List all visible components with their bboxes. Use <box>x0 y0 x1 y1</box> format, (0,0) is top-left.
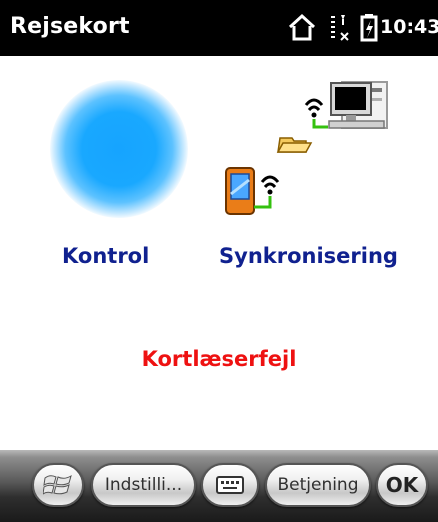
status-indicator-dot <box>50 80 188 218</box>
settings-button[interactable]: Indstilli... <box>91 463 196 507</box>
sync-label[interactable]: Synkronisering <box>219 242 431 270</box>
app-title[interactable]: Rejsekort <box>10 13 130 41</box>
operation-button[interactable]: Betjening <box>265 463 371 507</box>
status-bar: Rejsekort 10:43 <box>0 0 438 56</box>
windows-start-icon <box>43 474 72 495</box>
control-label[interactable]: Kontrol <box>62 242 182 270</box>
card-reader-error-text: Kortlæserfejl <box>141 347 297 371</box>
keyboard-button[interactable] <box>201 463 259 507</box>
home-icon[interactable] <box>287 12 317 42</box>
signal-icon[interactable] <box>330 12 352 42</box>
start-button[interactable] <box>32 463 84 507</box>
device-screen: Rejsekort 10:43 Kontrol Synkronisering K… <box>0 0 438 522</box>
battery-icon[interactable] <box>360 12 378 42</box>
ok-button[interactable]: OK <box>376 463 428 507</box>
sync-icon[interactable] <box>214 70 399 225</box>
keyboard-icon <box>216 476 244 494</box>
clock[interactable]: 10:43 <box>380 13 438 41</box>
taskbar: Indstilli... Betjening OK <box>0 450 438 522</box>
